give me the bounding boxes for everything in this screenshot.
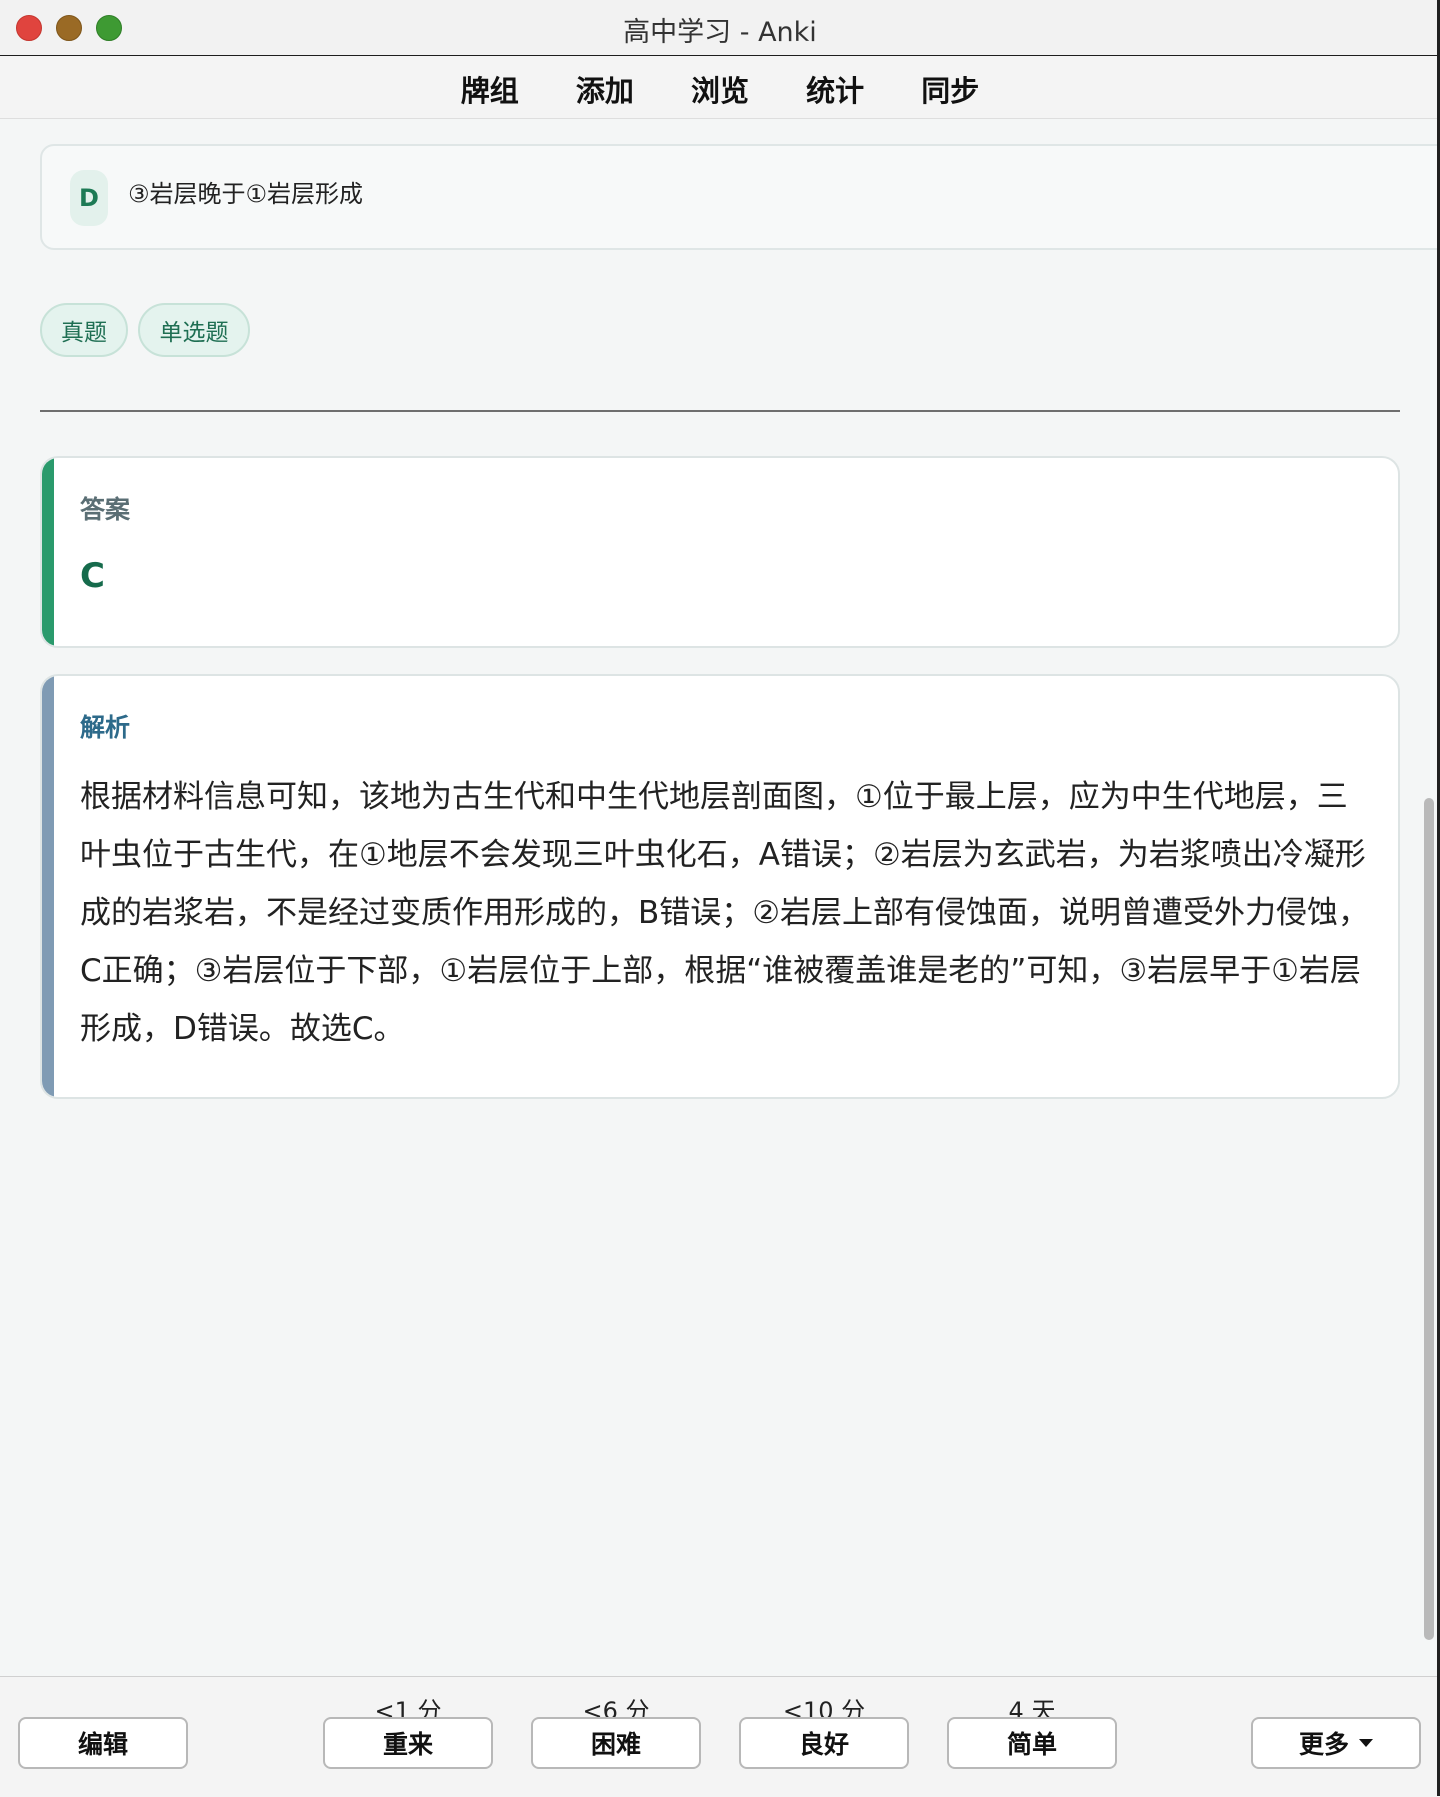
good-button[interactable]: 良好 [739,1717,909,1769]
scrollbar-thumb[interactable] [1424,798,1434,1640]
option-d: D ③岩层晚于①岩层形成 [40,144,1440,250]
answer-card: 答案 C [40,456,1400,648]
caret-down-icon [1359,1739,1373,1747]
again-button[interactable]: 重来 [323,1717,493,1769]
review-bottom-bar: <1 分 <6 分 <10 分 4 天 编辑 重来 困难 良好 简单 更多 [0,1676,1440,1797]
answer-label: 答案 [80,495,131,524]
toolbar-sync[interactable]: 同步 [921,68,979,110]
answer-accent-bar [42,458,54,646]
toolbar-browse[interactable]: 浏览 [691,68,749,110]
tag-single-choice[interactable]: 单选题 [138,303,250,357]
more-button[interactable]: 更多 [1251,1717,1421,1769]
answer-divider [40,410,1400,412]
main-toolbar: 牌组 添加 浏览 统计 同步 [0,56,1440,119]
toolbar-decks[interactable]: 牌组 [461,68,519,110]
more-label: 更多 [1298,1730,1349,1759]
window-title: 高中学习 - Anki [623,17,817,48]
explanation-accent-bar [42,676,54,1097]
option-letter: D [70,170,108,226]
toolbar-add[interactable]: 添加 [576,68,634,110]
explanation-text: 根据材料信息可知，该地为古生代和中生代地层剖面图，①位于最上层，应为中生代地层，… [80,779,1370,1047]
edit-button[interactable]: 编辑 [18,1717,188,1769]
option-text: ③岩层晚于①岩层形成 [128,180,364,208]
answer-value: C [80,556,105,596]
easy-button[interactable]: 简单 [947,1717,1117,1769]
explanation-label: 解析 [80,713,131,742]
title-bar: 高中学习 - Anki [0,0,1440,56]
tag-real-exam[interactable]: 真题 [40,303,128,357]
toolbar-stats[interactable]: 统计 [806,68,864,110]
hard-button[interactable]: 困难 [531,1717,701,1769]
explanation-card: 解析 根据材料信息可知，该地为古生代和中生代地层剖面图，①位于最上层，应为中生代… [40,674,1400,1099]
